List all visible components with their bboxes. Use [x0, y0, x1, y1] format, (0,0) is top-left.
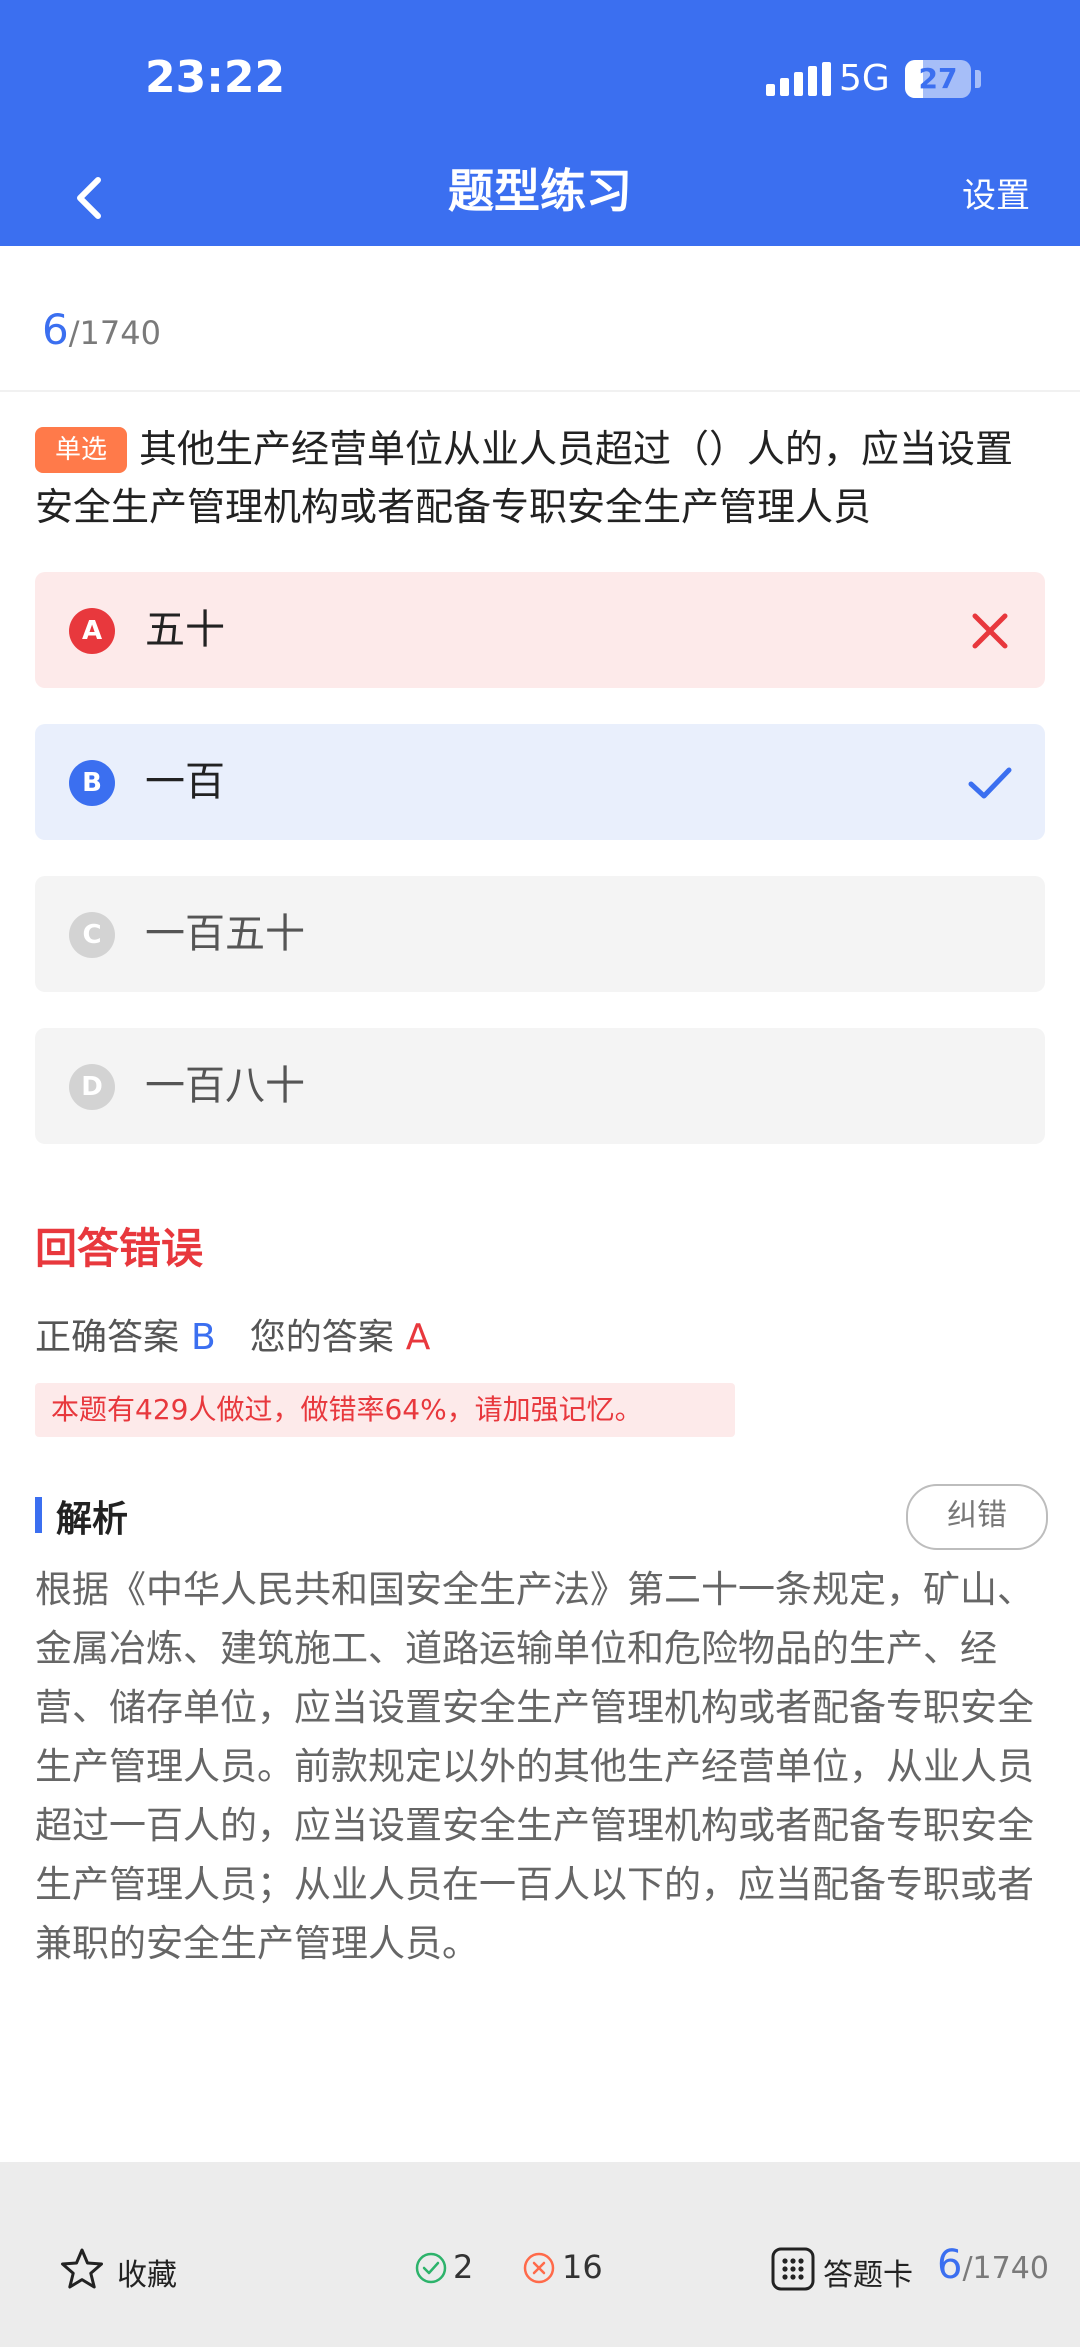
bottom-progress-current: 6: [937, 2242, 963, 2288]
option-b[interactable]: B 一百: [35, 724, 1045, 840]
battery-level: 27: [918, 62, 958, 95]
option-letter: D: [69, 1064, 115, 1110]
network-label: 5G: [839, 58, 890, 99]
progress-current: 6: [42, 305, 69, 354]
divider: [0, 390, 1080, 392]
question-progress: 6/1740: [42, 305, 161, 354]
result-title: 回答错误: [35, 1224, 204, 1273]
settings-button[interactable]: 设置: [962, 168, 1030, 217]
favorite-button[interactable]: 收藏: [117, 2250, 177, 2294]
bottom-progress-total: /1740: [962, 2251, 1049, 2286]
chevron-left-icon[interactable]: [62, 166, 122, 230]
status-bar: 23:22 5G 27: [0, 0, 1080, 150]
x-circle-icon: [523, 2252, 555, 2284]
option-d[interactable]: D 一百八十: [35, 1028, 1045, 1144]
bottom-progress: 6/1740: [937, 2242, 1049, 2288]
option-text: 五十: [145, 607, 225, 653]
battery-cap: [975, 70, 981, 88]
question-text: 其他生产经营单位从业人员超过（）人的，应当设置安全生产管理机构或者配备专职安全生…: [35, 427, 1014, 529]
nav-bar: 题型练习 设置: [0, 150, 1080, 246]
option-letter: A: [69, 608, 115, 654]
analysis-title: 解析: [56, 1499, 129, 1540]
analysis-text: 根据《中华人民共和国安全生产法》第二十一条规定，矿山、金属冶炼、建筑施工、道路运…: [35, 1568, 1034, 1965]
option-text: 一百八十: [145, 1063, 305, 1109]
option-text: 一百: [145, 759, 225, 805]
check-circle-icon: [415, 2252, 447, 2284]
your-answer-label: 您的答案: [249, 1317, 394, 1358]
answer-summary: 正确答案 B 您的答案 A: [35, 1308, 430, 1360]
option-a[interactable]: A 五十: [35, 572, 1045, 688]
wrong-count: 16: [562, 2248, 603, 2286]
answer-card-button[interactable]: 答题卡: [823, 2250, 913, 2294]
option-text: 一百五十: [145, 911, 305, 957]
question: 单选 其他生产经营单位从业人员超过（）人的，应当设置安全生产管理机构或者配备专职安…: [35, 420, 1045, 536]
progress-total: /1740: [68, 314, 161, 352]
page-title: 题型练习: [448, 164, 632, 218]
question-type-badge: 单选: [35, 427, 127, 473]
signal-icon: [766, 62, 831, 96]
close-icon: [972, 613, 1008, 649]
bottom-toolbar: 收藏 2 16 答题卡 6/1740: [0, 2162, 1080, 2347]
correct-answer-label: 正确答案: [35, 1317, 180, 1358]
option-letter: B: [69, 760, 115, 806]
option-c[interactable]: C 一百五十: [35, 876, 1045, 992]
check-icon: [968, 767, 1012, 799]
status-time: 23:22: [145, 52, 286, 103]
error-rate-notice: 本题有429人做过，做错率64%，请加强记忆。: [35, 1383, 735, 1437]
section-accent-bar: [35, 1497, 42, 1533]
your-answer-value: A: [405, 1317, 431, 1358]
report-error-button[interactable]: 纠错: [906, 1484, 1048, 1550]
grid-icon[interactable]: [770, 2246, 816, 2292]
battery-icon: 27: [905, 60, 971, 98]
correct-count: 2: [453, 2248, 474, 2286]
option-letter: C: [69, 912, 115, 958]
correct-answer-value: B: [191, 1317, 216, 1358]
star-icon[interactable]: [58, 2246, 106, 2294]
